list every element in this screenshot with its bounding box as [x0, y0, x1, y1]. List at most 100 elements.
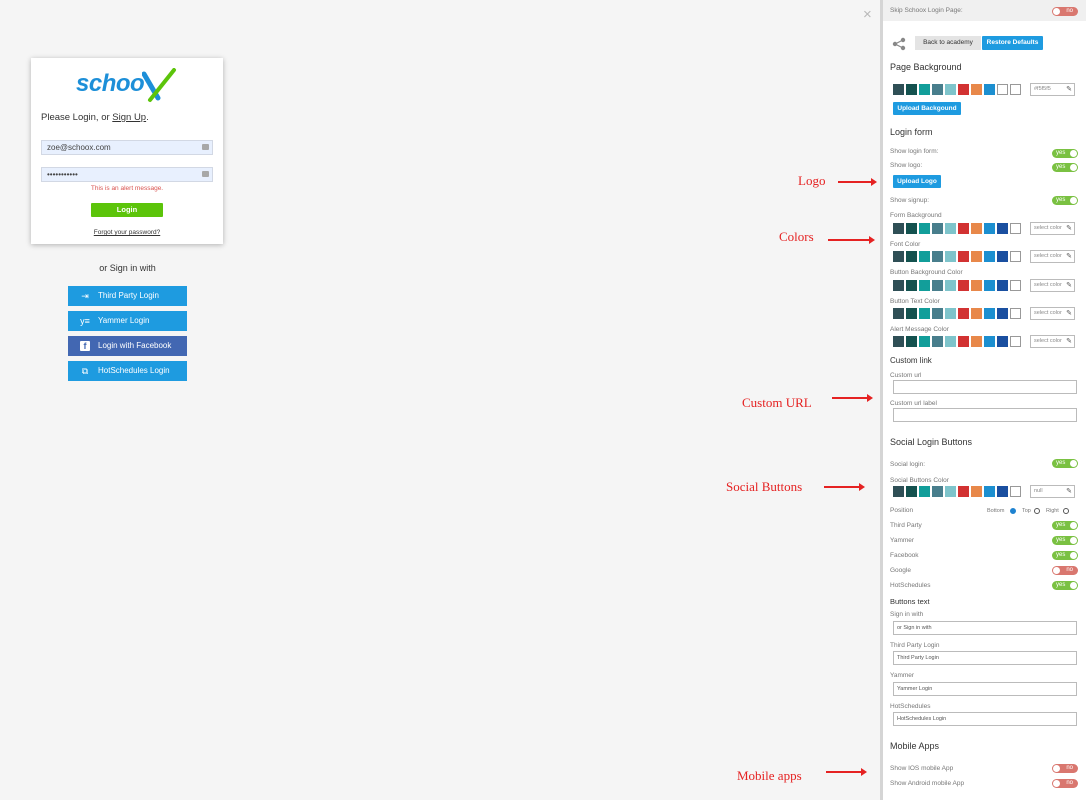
- facebook-login-button[interactable]: f Login with Facebook: [68, 336, 187, 356]
- color-swatch[interactable]: [1010, 280, 1021, 291]
- color-swatch[interactable]: [893, 486, 904, 497]
- color-swatch[interactable]: [997, 251, 1008, 262]
- color-swatch[interactable]: [945, 486, 956, 497]
- color-swatch[interactable]: [971, 84, 982, 95]
- color-swatch[interactable]: [958, 336, 969, 347]
- color-swatch[interactable]: [906, 251, 917, 262]
- color-swatch[interactable]: [997, 223, 1008, 234]
- color-swatch[interactable]: [971, 486, 982, 497]
- color-swatch[interactable]: [984, 336, 995, 347]
- restore-defaults-button[interactable]: Restore Defaults: [982, 36, 1043, 50]
- color-swatch[interactable]: [997, 486, 1008, 497]
- button-background-input[interactable]: select color ✎: [1030, 279, 1075, 292]
- social-buttons-color-input[interactable]: null ✎: [1030, 485, 1075, 498]
- color-swatch[interactable]: [945, 280, 956, 291]
- skip-login-toggle[interactable]: no: [1052, 7, 1078, 16]
- color-swatch[interactable]: [971, 336, 982, 347]
- color-swatch[interactable]: [971, 251, 982, 262]
- position-radio-top[interactable]: [1034, 508, 1040, 514]
- provider-hotschedules-toggle[interactable]: yes: [1052, 581, 1078, 590]
- login-button[interactable]: Login: [91, 203, 163, 217]
- color-swatch[interactable]: [958, 308, 969, 319]
- close-icon[interactable]: ×: [863, 6, 872, 23]
- color-swatch[interactable]: [906, 486, 917, 497]
- upload-background-button[interactable]: Upload Backgound: [893, 102, 961, 115]
- show-android-toggle[interactable]: no: [1052, 779, 1078, 788]
- color-swatch[interactable]: [984, 223, 995, 234]
- eyedropper-icon[interactable]: ✎: [1066, 310, 1072, 318]
- color-swatch[interactable]: [932, 84, 943, 95]
- font-color-input[interactable]: select color ✎: [1030, 250, 1075, 263]
- color-swatch[interactable]: [919, 280, 930, 291]
- color-swatch[interactable]: [958, 486, 969, 497]
- color-swatch[interactable]: [945, 223, 956, 234]
- color-swatch[interactable]: [906, 336, 917, 347]
- show-login-form-toggle[interactable]: yes: [1052, 149, 1078, 158]
- provider-google-toggle[interactable]: no: [1052, 566, 1078, 575]
- color-swatch[interactable]: [893, 336, 904, 347]
- color-swatch[interactable]: [958, 251, 969, 262]
- yammer-login-button[interactable]: y≡ Yammer Login: [68, 311, 187, 331]
- color-swatch[interactable]: [932, 280, 943, 291]
- password-field[interactable]: •••••••••••: [41, 167, 213, 182]
- forgot-password-link[interactable]: Forgot your password?: [31, 229, 223, 236]
- color-swatch[interactable]: [997, 308, 1008, 319]
- provider-third-party-toggle[interactable]: yes: [1052, 521, 1078, 530]
- color-swatch[interactable]: [1010, 486, 1021, 497]
- custom-url-label-input[interactable]: [893, 408, 1077, 422]
- color-swatch[interactable]: [997, 280, 1008, 291]
- color-swatch[interactable]: [932, 486, 943, 497]
- page-background-input[interactable]: #f5f5f5 ✎: [1030, 83, 1075, 96]
- eyedropper-icon[interactable]: ✎: [1066, 338, 1072, 346]
- eyedropper-icon[interactable]: ✎: [1066, 225, 1072, 233]
- color-swatch[interactable]: [984, 280, 995, 291]
- color-swatch[interactable]: [1010, 308, 1021, 319]
- color-swatch[interactable]: [932, 308, 943, 319]
- color-swatch[interactable]: [1010, 84, 1021, 95]
- position-radio-bottom[interactable]: [1010, 508, 1016, 514]
- color-swatch[interactable]: [919, 251, 930, 262]
- color-swatch[interactable]: [893, 308, 904, 319]
- upload-logo-button[interactable]: Upload Logo: [893, 175, 941, 188]
- color-swatch[interactable]: [932, 336, 943, 347]
- color-swatch[interactable]: [971, 223, 982, 234]
- back-to-academy-button[interactable]: Back to academy: [915, 36, 981, 50]
- color-swatch[interactable]: [945, 84, 956, 95]
- show-signup-toggle[interactable]: yes: [1052, 196, 1078, 205]
- color-swatch[interactable]: [893, 251, 904, 262]
- custom-url-input[interactable]: [893, 380, 1077, 394]
- eyedropper-icon[interactable]: ✎: [1066, 282, 1072, 290]
- third-party-login-button[interactable]: ⇥ Third Party Login: [68, 286, 187, 306]
- color-swatch[interactable]: [945, 251, 956, 262]
- color-swatch[interactable]: [1010, 336, 1021, 347]
- email-field[interactable]: zoe@schoox.com: [41, 140, 213, 155]
- show-ios-toggle[interactable]: no: [1052, 764, 1078, 773]
- color-swatch[interactable]: [971, 308, 982, 319]
- color-swatch[interactable]: [984, 486, 995, 497]
- color-swatch[interactable]: [958, 84, 969, 95]
- color-swatch[interactable]: [1010, 251, 1021, 262]
- yammer-login-input[interactable]: Yammer Login: [893, 682, 1077, 696]
- color-swatch[interactable]: [906, 223, 917, 234]
- position-radio-right[interactable]: [1063, 508, 1069, 514]
- button-text-input[interactable]: select color ✎: [1030, 307, 1075, 320]
- sign-in-with-input[interactable]: or Sign in with: [893, 621, 1077, 635]
- hotschedules-login-button[interactable]: ⧉ HotSchedules Login: [68, 361, 187, 381]
- color-swatch[interactable]: [919, 486, 930, 497]
- color-swatch[interactable]: [945, 308, 956, 319]
- color-swatch[interactable]: [919, 223, 930, 234]
- color-swatch[interactable]: [919, 308, 930, 319]
- color-swatch[interactable]: [893, 223, 904, 234]
- color-swatch[interactable]: [958, 280, 969, 291]
- color-swatch[interactable]: [919, 336, 930, 347]
- third-party-login-input[interactable]: Third Party Login: [893, 651, 1077, 665]
- hotschedules-login-input[interactable]: HotSchedules Login: [893, 712, 1077, 726]
- color-swatch[interactable]: [906, 308, 917, 319]
- eyedropper-icon[interactable]: ✎: [1066, 86, 1072, 94]
- color-swatch[interactable]: [945, 336, 956, 347]
- color-swatch[interactable]: [893, 280, 904, 291]
- color-swatch[interactable]: [997, 84, 1008, 95]
- show-logo-toggle[interactable]: yes: [1052, 163, 1078, 172]
- color-swatch[interactable]: [997, 336, 1008, 347]
- provider-yammer-toggle[interactable]: yes: [1052, 536, 1078, 545]
